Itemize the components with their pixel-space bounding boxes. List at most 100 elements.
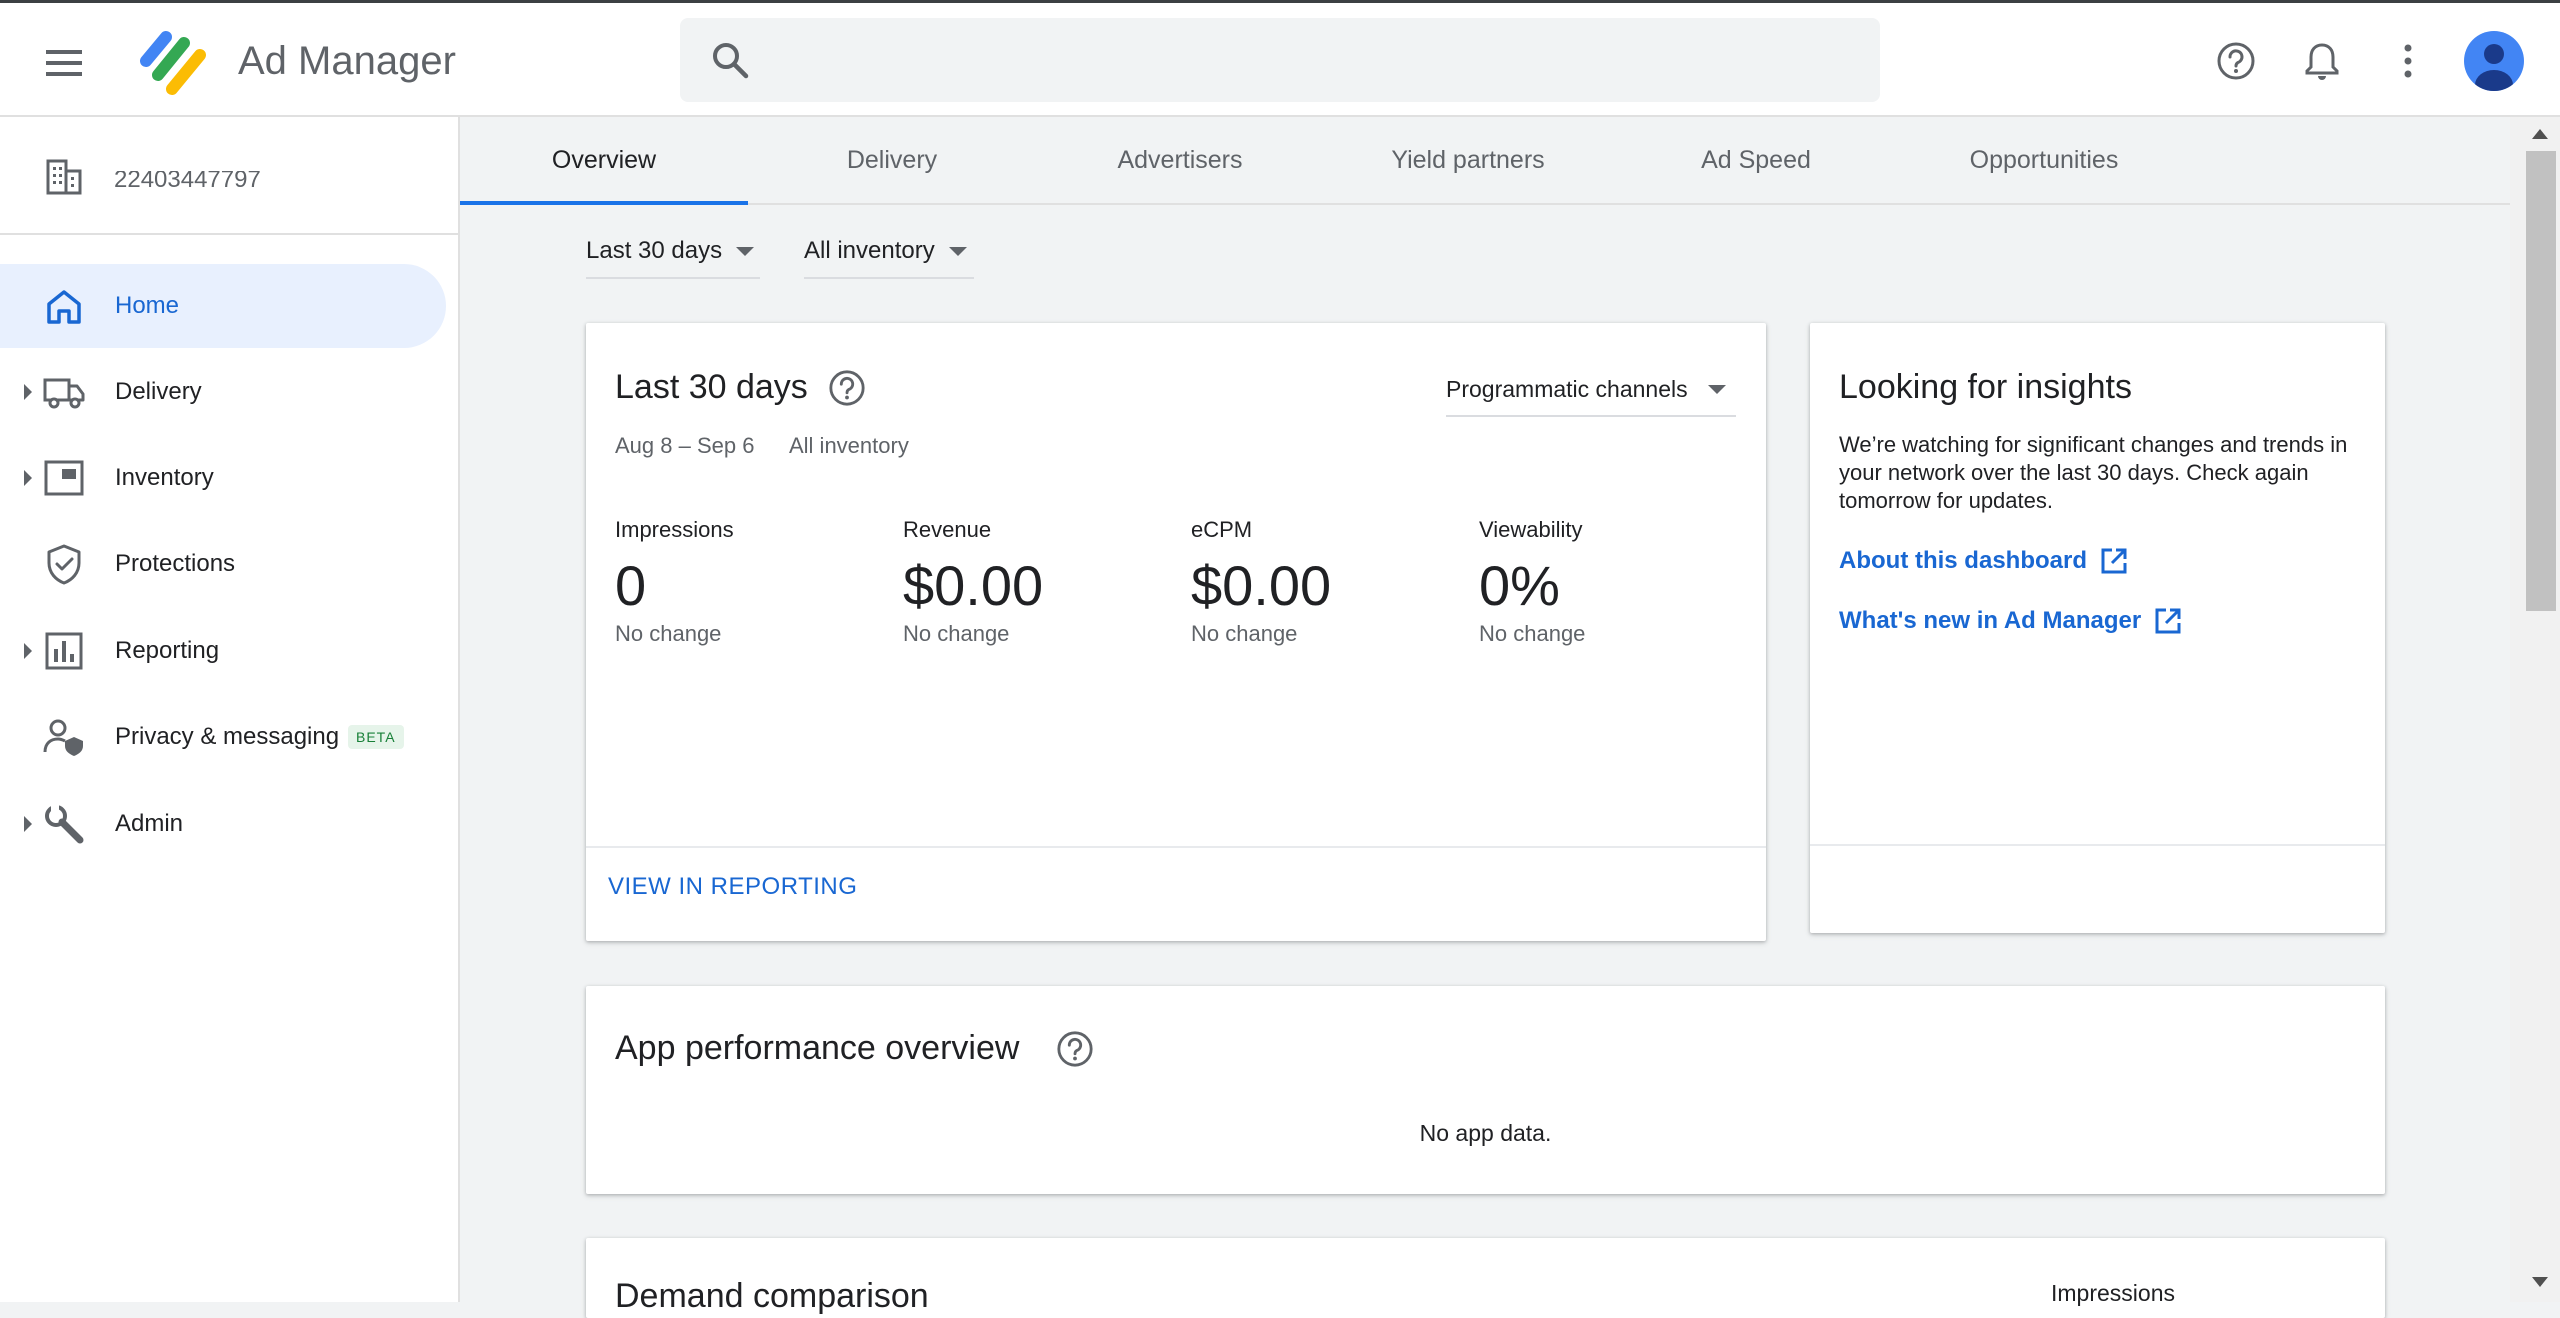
building-icon — [46, 159, 82, 195]
metric-label: Impressions — [615, 517, 734, 542]
insights-card: Looking for insights We’re watching for … — [1810, 323, 2385, 933]
sidebar-item-delivery[interactable]: Delivery — [0, 350, 446, 434]
metric-change: No change — [903, 621, 1010, 646]
ad-manager-logo-icon — [140, 31, 206, 95]
sidebar-item-label: Delivery — [115, 378, 202, 405]
sidebar-item-admin[interactable]: Admin — [0, 782, 446, 866]
tab-opportunities[interactable]: Opportunities — [1900, 117, 2188, 203]
network-id: 22403447797 — [114, 171, 261, 193]
metric-label: Revenue — [903, 517, 992, 542]
tab-label: Overview — [551, 145, 657, 174]
dropdown-arrow-icon — [948, 246, 967, 256]
demand-comparison-card: Demand comparison Impressions — [586, 1238, 2385, 1318]
metric-impressions: Impressions 0 No change — [615, 515, 895, 647]
search-bar[interactable] — [680, 18, 1880, 104]
dropdown-arrow-icon — [736, 246, 755, 256]
sidebar-item-label: Protections — [115, 550, 236, 577]
about-dashboard-link[interactable]: About this dashboard — [1839, 546, 2129, 576]
tab-overview[interactable]: Overview — [460, 117, 748, 205]
tab-yield-partners[interactable]: Yield partners — [1324, 117, 1612, 203]
sidebar-item-inventory[interactable]: Inventory — [0, 436, 446, 520]
help-icon[interactable] — [1056, 1030, 1094, 1068]
sidebar-item-home[interactable]: Home — [0, 264, 446, 348]
shield-icon — [47, 544, 81, 585]
card-title: Looking for insights — [1839, 368, 2132, 406]
tab-label: Delivery — [846, 145, 938, 174]
help-icon[interactable] — [828, 369, 866, 407]
sidebar-item-protections[interactable]: Protections — [0, 522, 446, 606]
summary-card: Last 30 days Aug 8 – Sep 6 All inventory… — [586, 323, 1766, 941]
top-app-bar: Ad Manager — [0, 3, 2560, 117]
help-button[interactable] — [2210, 35, 2262, 87]
card-title: App performance overview — [615, 1029, 1020, 1067]
dropdown-arrow-icon — [1707, 384, 1726, 394]
dashboard-tabs: Overview Delivery Advertisers Yield part… — [460, 117, 2510, 205]
sidebar-item-privacy-messaging[interactable]: Privacy & messaging BETA — [0, 695, 446, 779]
tab-label: Yield partners — [1391, 145, 1545, 174]
help-icon — [2217, 42, 2255, 80]
scroll-up-arrow-icon[interactable] — [2532, 129, 2548, 139]
sidebar-item-label: Home — [115, 292, 180, 319]
account-icon — [2475, 44, 2513, 91]
empty-state-text: No app data. — [1419, 1120, 1552, 1146]
view-in-reporting-link[interactable]: VIEW IN REPORTING — [608, 873, 857, 901]
bar-chart-icon — [45, 632, 83, 670]
inventory-label: All inventory — [789, 433, 909, 458]
card-divider — [1810, 844, 2385, 846]
sidebar-item-reporting[interactable]: Reporting — [0, 609, 446, 693]
sidebar-item-label: Inventory — [115, 464, 214, 491]
whats-new-link[interactable]: What's new in Ad Manager — [1839, 606, 2183, 636]
inventory-dropdown[interactable]: All inventory — [804, 225, 974, 279]
date-range-dropdown[interactable]: Last 30 days — [586, 225, 760, 279]
date-range-value: Last 30 days — [586, 237, 723, 264]
truck-icon — [43, 378, 85, 409]
tab-delivery[interactable]: Delivery — [748, 117, 1036, 203]
network-selector[interactable]: 22403447797 — [0, 117, 458, 235]
menu-icon — [46, 50, 82, 76]
sidebar-item-label: Admin — [115, 810, 184, 837]
metric-label: eCPM — [1191, 517, 1253, 542]
tab-ad-speed[interactable]: Ad Speed — [1612, 117, 1900, 203]
page-scrollbar[interactable] — [2510, 117, 2560, 1302]
metric-change: No change — [615, 621, 722, 646]
notifications-button[interactable] — [2296, 35, 2348, 87]
notifications-icon — [2305, 43, 2339, 80]
expand-caret-icon — [24, 470, 32, 486]
link-text: What's new in Ad Manager — [1839, 607, 2142, 634]
metric-value: $0.00 — [903, 554, 1044, 617]
scrollbar-thumb[interactable] — [2526, 151, 2556, 611]
privacy-icon — [43, 719, 83, 756]
open-in-new-icon — [2101, 548, 2127, 574]
link-text: About this dashboard — [1839, 547, 2087, 574]
card-title: Last 30 days — [615, 368, 808, 406]
active-tab-indicator — [460, 201, 748, 205]
wrench-icon — [45, 805, 84, 844]
more-vert-icon — [2404, 44, 2412, 78]
metric-change: No change — [1191, 621, 1298, 646]
metric-dropdown[interactable]: Impressions — [2051, 1280, 2175, 1307]
app-title: Ad Manager — [238, 39, 456, 83]
main-menu-button[interactable] — [38, 37, 90, 89]
card-divider — [586, 846, 1766, 848]
date-range-label: Aug 8 – Sep 6 — [615, 433, 755, 458]
account-avatar-button[interactable] — [2464, 31, 2524, 91]
more-options-button[interactable] — [2382, 35, 2434, 87]
metric-value: $0.00 — [1191, 554, 1332, 617]
scroll-down-arrow-icon[interactable] — [2532, 1277, 2548, 1287]
metric-viewability: Viewability 0% No change — [1479, 515, 1759, 647]
expand-caret-icon — [24, 643, 32, 659]
metric-change: No change — [1479, 621, 1586, 646]
metric-ecpm: eCPM $0.00 No change — [1191, 515, 1471, 647]
metric-dropdown-value: Impressions — [2051, 1280, 2175, 1306]
inventory-value: All inventory — [804, 237, 935, 264]
search-icon — [713, 43, 749, 79]
search-input[interactable] — [770, 18, 1864, 104]
tab-advertisers[interactable]: Advertisers — [1036, 117, 1324, 203]
channel-dropdown[interactable]: Programmatic channels — [1446, 363, 1736, 417]
insights-description: We’re watching for significant changes a… — [1839, 432, 2348, 513]
sidebar-item-label: Reporting — [115, 637, 220, 664]
tab-label: Ad Speed — [1701, 145, 1811, 174]
sidebar-item-label: Privacy & messaging — [115, 723, 340, 750]
metric-value: 0 — [615, 554, 647, 617]
expand-caret-icon — [24, 816, 32, 832]
